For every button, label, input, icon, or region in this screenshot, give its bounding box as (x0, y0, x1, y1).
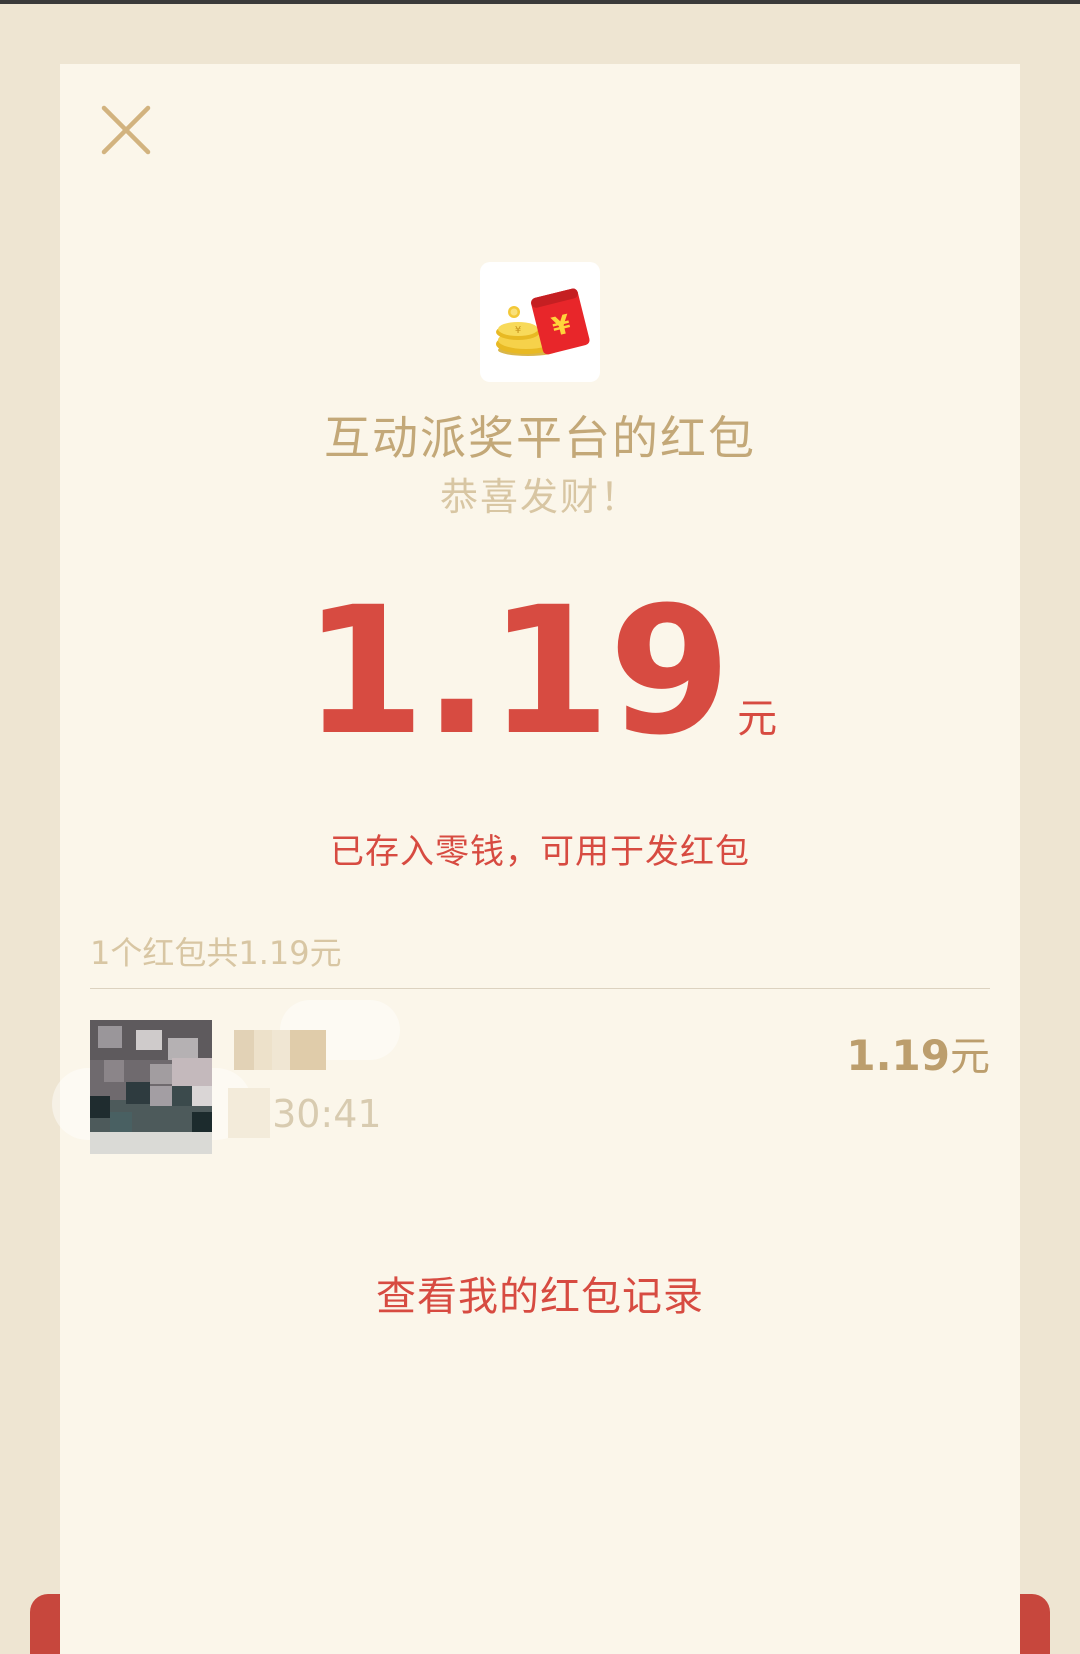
greeting-text: 恭喜发财！ (439, 475, 640, 519)
receive-time: .30:41 (260, 1092, 382, 1136)
status-bar-edge (0, 0, 1080, 4)
close-icon (101, 105, 151, 155)
receiver-name-pixelated (234, 1030, 326, 1070)
red-packet-coins-icon: ¥ ¥ (480, 262, 600, 382)
divider (90, 988, 990, 989)
receiver-amount-unit: 元 (950, 1034, 990, 1080)
red-packet-detail-sheet: ¥ ¥ 互动派奖平台的红包 恭喜发财！ 1.19 元 已存入零钱，可用于发红包 1… (52, 64, 1020, 1654)
packet-summary: 1个红包共1.19元 (90, 934, 342, 972)
receiver-amount-value: 1.19 (846, 1031, 950, 1080)
close-button[interactable] (96, 100, 156, 160)
amount-unit: 元 (737, 696, 778, 742)
receiver-amount: 1.19元 (846, 1024, 990, 1082)
svg-text:¥: ¥ (515, 325, 521, 336)
saved-to-change-note: 已存入零钱，可用于发红包 (330, 832, 750, 872)
receive-time-pixelated (228, 1088, 270, 1138)
receiver-avatar (90, 1020, 212, 1154)
sender-title: 互动派奖平台的红包 (324, 411, 756, 465)
amount-value: 1.19 (302, 569, 731, 774)
view-records-link[interactable]: 查看我的红包记录 (60, 1264, 1020, 1322)
amount-display: 1.19 元 (60, 584, 1020, 760)
